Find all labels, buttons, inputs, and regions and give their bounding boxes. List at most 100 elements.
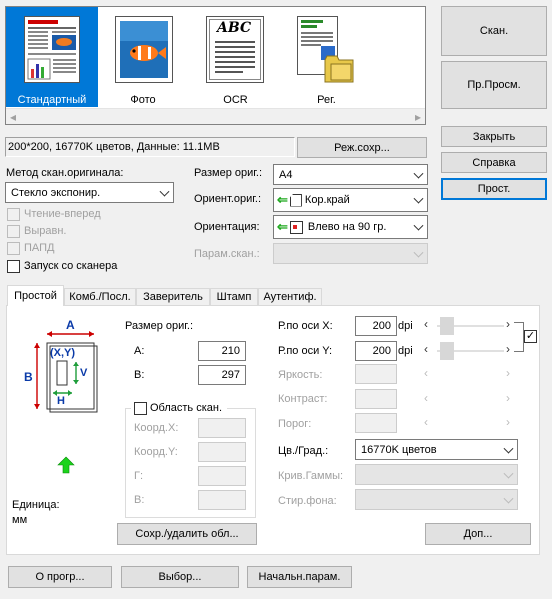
align-checkbox[interactable] [7,225,20,238]
coord-g-input[interactable] [198,466,246,486]
chevron-down-icon [503,468,514,479]
scan-params-label: Парам.скан.: [194,248,260,260]
res-x-label: Р.по оси X: [278,320,333,332]
more-button[interactable]: Доп... [425,523,531,545]
res-y-value: 200 [372,345,391,357]
tab-auth[interactable]: Аутентиф. [258,288,322,306]
orig-orient-select[interactable]: ⇐ Кор.край [273,188,428,212]
status-text: 200*200, 16770K цветов, Данные: 11.1MB [8,141,220,153]
help-button[interactable]: Справка [441,152,547,173]
chevron-down-icon [503,443,514,454]
about-button[interactable]: О прогр... [8,566,112,588]
coord-x-input[interactable] [198,418,246,438]
orig-size-label: Размер ориг.: [194,167,263,179]
scan-button[interactable]: Скан. [441,6,547,56]
close-button[interactable]: Закрыть [441,126,547,147]
preview-button[interactable]: Пр.Просм. [441,61,547,109]
res-x-slider-thumb[interactable] [440,317,454,335]
threshold-inc-icon[interactable]: › [506,415,510,429]
chevron-down-icon [413,247,424,258]
res-y-slider[interactable] [437,342,504,360]
unit-value: мм [12,514,28,526]
orig-size-select[interactable]: A4 [273,164,428,185]
chevron-down-icon [413,193,424,204]
preset-scrollbar[interactable]: ◂ ▸ [6,108,425,124]
green-arrow-up-icon [57,456,75,477]
threshold-dec-icon[interactable]: ‹ [424,415,428,429]
orientation-select[interactable]: ⇐ Влево на 90 гр. [273,215,428,239]
res-y-unit: dpi [398,345,413,357]
res-x-dec-icon[interactable]: ‹ [424,317,428,331]
register-preset-icon [297,16,354,83]
scroll-left-icon[interactable]: ◂ [10,110,16,124]
tab-simple-label: Простой [14,290,57,302]
brightness-inc-icon[interactable]: › [506,366,510,380]
dim-a-label: A [66,318,75,332]
contrast-inc-icon[interactable]: › [506,391,510,405]
scan-params-select[interactable] [273,243,428,264]
start-from-scanner-label: Запуск со сканера [24,260,118,272]
orig-size-value: A4 [279,168,293,181]
chevron-down-icon [413,168,424,179]
res-x-inc-icon[interactable]: › [506,317,510,331]
dim-xy-label: (X,Y) [50,347,76,359]
tab-stamp[interactable]: Штамп [210,288,258,306]
gamma-label: Крив.Гаммы: [278,470,344,482]
chevron-down-icon [159,186,170,197]
size-diagram: A B (X,Y) V H [20,318,110,418]
standard-preset-icon [24,16,80,83]
color-select[interactable]: 16770K цветов [355,439,518,460]
select-button[interactable]: Выбор... [121,566,239,588]
tab-certifier[interactable]: Заверитель [136,288,210,306]
link-bracket [514,322,524,352]
res-y-dec-icon[interactable]: ‹ [424,342,428,356]
size-a-label: A: [134,345,145,357]
gamma-select[interactable] [355,464,518,485]
brightness-dec-icon[interactable]: ‹ [424,366,428,380]
coord-v-input[interactable] [198,490,246,510]
contrast-dec-icon[interactable]: ‹ [424,391,428,405]
bg-erase-select[interactable] [355,489,518,510]
brightness-input[interactable] [355,364,397,384]
size-b-input[interactable]: 297 [198,365,246,385]
tab-auth-label: Аутентиф. [263,291,317,303]
dim-h-label: H [57,395,65,407]
coord-v-label: В: [134,494,145,506]
save-delete-area-button[interactable]: Сохр./удалить обл... [117,523,257,545]
adf-checkbox[interactable] [7,242,20,255]
start-from-scanner-checkbox[interactable] [7,260,20,273]
threshold-input[interactable] [355,413,397,433]
tab-simple[interactable]: Простой [7,285,64,306]
bg-erase-label: Стир.фона: [278,495,337,507]
coord-y-input[interactable] [198,442,246,462]
photo-preset-icon [115,16,173,83]
preset-label-photo: Фото [130,94,156,106]
scan-method-label: Метод скан.оригинала: [6,167,124,179]
read-ahead-label: Чтение-вперед [24,208,101,220]
orientation-value: Влево на 90 гр. [307,221,387,233]
res-x-unit: dpi [398,320,413,332]
coord-g-label: Г: [134,470,144,482]
preset-label-standard: Стандартный [17,94,87,106]
size-a-input[interactable]: 210 [198,341,246,361]
tab-stamp-label: Штамп [216,291,252,303]
simple-mode-button[interactable]: Прост. [441,178,547,200]
res-y-input[interactable]: 200 [355,341,397,361]
res-x-slider[interactable] [437,317,504,335]
scan-method-select[interactable]: Стекло экспонир. [5,182,174,203]
page-corner-icon [289,193,302,207]
res-x-value: 200 [372,320,391,332]
dim-b-label: B [24,370,33,384]
res-y-slider-thumb[interactable] [440,342,454,360]
save-mode-button[interactable]: Реж.сохр... [297,137,427,158]
tab-combined[interactable]: Комб./Посл. [64,288,136,306]
link-resolution-checkbox[interactable]: ✓ [524,330,537,343]
res-y-inc-icon[interactable]: › [506,342,510,356]
color-label: Цв./Град.: [278,445,329,457]
res-x-input[interactable]: 200 [355,316,397,336]
contrast-input[interactable] [355,389,397,409]
read-ahead-checkbox[interactable] [7,208,20,221]
scroll-right-icon[interactable]: ▸ [415,110,421,124]
scan-area-checkbox[interactable] [134,402,147,415]
defaults-button[interactable]: Начальн.парам. [247,566,352,588]
